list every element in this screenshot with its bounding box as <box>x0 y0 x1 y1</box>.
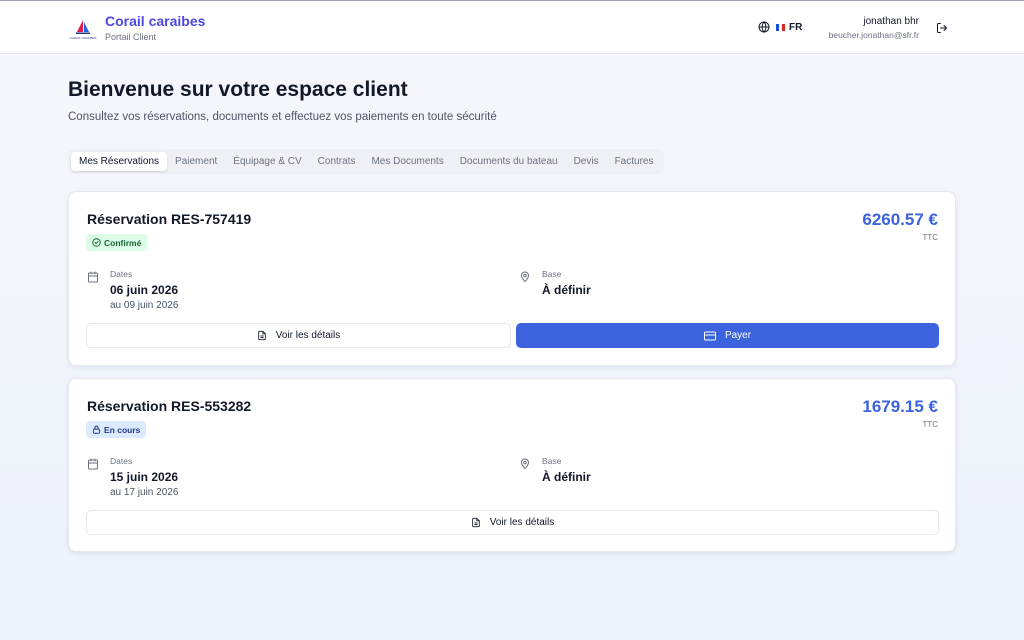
brand[interactable]: CORAIL CARAIBES Corail caraibes Portail … <box>68 13 205 43</box>
user-name: jonathan bhr <box>863 16 919 27</box>
page-title: Bienvenue sur votre espace client <box>68 78 408 101</box>
globe-icon <box>758 21 770 33</box>
dates-label: Dates <box>110 269 133 279</box>
brand-logo: CORAIL CARAIBES <box>68 15 98 43</box>
date-end: au 17 juin 2026 <box>110 487 179 498</box>
tab-mes-reservations[interactable]: Mes Réservations <box>71 152 168 171</box>
status-badge-label: Confirmé <box>104 237 142 248</box>
date-end: au 09 juin 2026 <box>110 300 179 311</box>
tab-mes-documents[interactable]: Mes Documents <box>363 152 451 171</box>
base-value: À définir <box>542 470 591 484</box>
document-icon <box>258 330 266 341</box>
document-icon <box>472 517 480 528</box>
dates-label: Dates <box>110 456 133 466</box>
tab-documents-du-bateau[interactable]: Documents du bateau <box>452 152 566 171</box>
logout-button[interactable] <box>936 21 948 39</box>
tab-devis[interactable]: Devis <box>566 152 607 171</box>
welcome-section: Bienvenue sur votre espace client Consul… <box>68 78 497 123</box>
tab-contrats[interactable]: Contrats <box>310 152 364 171</box>
reservation-title: Réservation RES-553282 <box>87 398 252 414</box>
tab-bar: Mes Réservations Paiement Équipage & CV … <box>68 149 665 174</box>
logout-icon <box>937 23 947 33</box>
language-code: FR <box>789 21 803 33</box>
brand-title: Corail caraibes <box>105 13 206 29</box>
pay-button[interactable]: Payer <box>516 323 939 348</box>
view-details-button[interactable]: Voir les détails <box>86 510 939 535</box>
lock-icon <box>93 425 100 434</box>
pay-button-label: Payer <box>724 330 752 341</box>
view-details-label: Voir les détails <box>489 517 555 528</box>
price-suffix: TTC <box>922 233 938 242</box>
tab-factures[interactable]: Factures <box>607 152 662 171</box>
brand-logo-text: CORAIL CARAIBES <box>69 35 97 40</box>
dates-field: Dates 06 juin 2026 au 09 juin 2026 <box>87 269 178 311</box>
base-label: Base <box>542 269 562 279</box>
language-selector[interactable]: FR <box>758 21 802 33</box>
reservation-price: 6260.57 € <box>862 210 938 229</box>
base-field: Base À définir <box>519 269 591 297</box>
app-header: CORAIL CARAIBES Corail caraibes Portail … <box>0 1 1024 54</box>
map-pin-icon <box>520 458 530 470</box>
price-suffix: TTC <box>922 420 938 429</box>
status-badge: En cours <box>86 421 147 438</box>
view-details-label: Voir les détails <box>275 330 341 341</box>
base-field: Base À définir <box>519 456 591 484</box>
date-start: 06 juin 2026 <box>110 283 179 297</box>
view-details-button[interactable]: Voir les détails <box>86 323 511 348</box>
user-info: jonathan bhr beucher.jonathan@sfr.fr <box>829 16 919 40</box>
france-flag-icon <box>776 23 785 31</box>
map-pin-icon <box>520 271 530 283</box>
base-value: À définir <box>542 283 591 297</box>
reservation-title: Réservation RES-757419 <box>87 211 252 227</box>
base-label: Base <box>542 456 562 466</box>
check-circle-icon <box>92 238 101 247</box>
date-start: 15 juin 2026 <box>110 470 179 484</box>
page-subtitle: Consultez vos réservations, documents et… <box>68 111 497 123</box>
tab-paiement[interactable]: Paiement <box>167 152 225 171</box>
user-email: beucher.jonathan@sfr.fr <box>828 30 919 40</box>
brand-subtitle: Portail Client <box>105 32 157 42</box>
calendar-icon <box>88 458 98 470</box>
reservation-price: 1679.15 € <box>862 397 938 416</box>
dates-field: Dates 15 juin 2026 au 17 juin 2026 <box>87 456 178 498</box>
reservation-card: Réservation RES-553282 En cours 1679.15 … <box>68 378 956 552</box>
status-badge: Confirmé <box>86 234 148 251</box>
tab-equipage-cv[interactable]: Équipage & CV <box>225 152 309 171</box>
credit-card-icon <box>703 331 716 340</box>
calendar-icon <box>88 271 98 283</box>
reservation-card: Réservation RES-757419 Confirmé 6260.57 … <box>68 191 956 366</box>
status-badge-label: En cours <box>104 424 141 435</box>
